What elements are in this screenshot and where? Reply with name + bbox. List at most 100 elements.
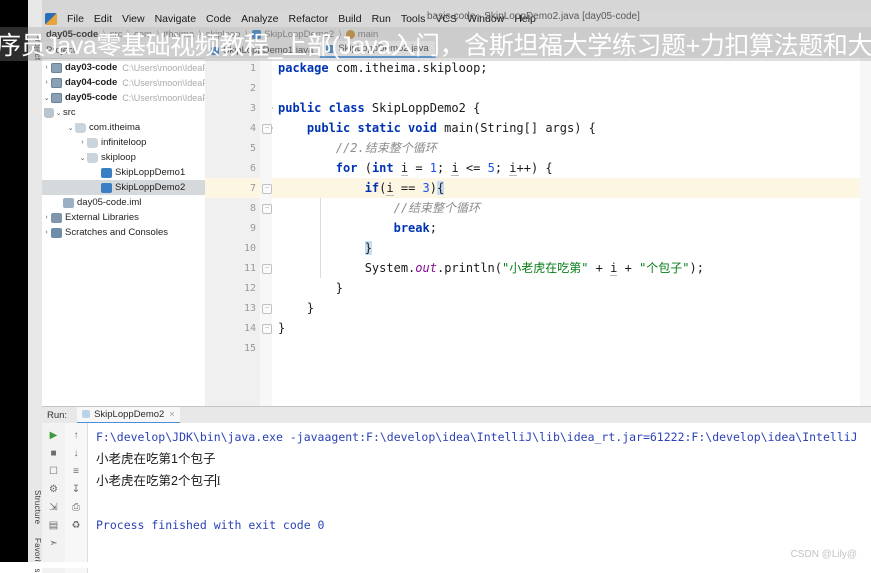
tree-node-day05-code[interactable]: ⌄ day05-code C:\Users\moon\IdeaProje [42,90,205,105]
tree-node-label: src [63,107,76,118]
console-output-line: 小老虎在吃第1个包子 [96,452,216,466]
breadcrumb-item-src[interactable]: src [110,29,123,40]
chevron-right-icon[interactable]: › [42,214,51,221]
tree-node-skiploop[interactable]: ⌄ skiploop [42,150,205,165]
chevron-right-icon[interactable]: › [42,64,51,71]
run-panel-title: Run: [47,409,68,421]
rail-tab-project[interactable]: Project [28,34,42,61]
editor-tab-skiploppdemo1[interactable]: SkipLoppDemo1.java [205,43,321,58]
mouse-ibeam-cursor: I [216,474,221,488]
tree-node-day04-code[interactable]: › day04-code C:\Users\moon\IdeaProje [42,75,205,90]
breadcrumb: day05-code ⟩ src ⟩ com ⟩ itheima ⟩ skipl… [42,27,871,43]
line-number-with-run-marker[interactable]: 3 [205,98,273,118]
menu-item-build[interactable]: Build [333,13,366,25]
breadcrumb-label: SkipLoppDemo2 [263,29,335,40]
soft-wrap-icon[interactable]: ≡ [68,463,84,480]
tree-node-skiploppdemo1[interactable]: SkipLoppDemo1 [42,165,205,180]
menu-item-view[interactable]: View [117,13,150,25]
tree-node-skiploppdemo2[interactable]: SkipLoppDemo2 [42,180,205,195]
breadcrumb-item-skiploop[interactable]: skiploop [206,29,241,40]
fold-marker[interactable]: − [262,324,272,334]
menu-item-tools[interactable]: Tools [396,13,431,25]
editor-gutter[interactable]: 1 2 3 4 5 6 7 8 9 10 11 12 13 14 15 [205,58,273,406]
editor-tab-skiploppdemo2[interactable]: SkipLoppDemo2.java [320,41,436,58]
stop-icon[interactable]: ■ [46,445,62,462]
chevron-right-icon[interactable]: › [42,229,51,236]
line-number-with-run-marker[interactable]: 4 [205,118,273,138]
tree-node-day05-code-iml[interactable]: day05-code.iml [42,195,205,210]
code-line-6: for (int i = 1; i <= 5; i++) { [335,161,553,176]
tree-node-label: Scratches and Consoles [65,227,168,238]
run-icon[interactable]: ▶ [46,427,62,444]
camera-icon[interactable]: ☐ [46,463,62,480]
fold-marker[interactable]: − [262,304,272,314]
chevron-right-icon[interactable]: › [78,139,87,146]
chevron-down-icon[interactable]: ⌄ [54,109,63,117]
chevron-down-icon[interactable]: ⌄ [66,124,75,132]
scroll-to-end-icon[interactable]: ↧ [68,481,84,498]
fold-marker[interactable]: − [262,204,272,214]
module-icon [51,92,62,103]
pin-icon[interactable]: ➣ [46,535,62,552]
trash-icon[interactable]: ♻ [68,517,84,534]
scroll-down-icon[interactable]: ↓ [68,445,84,462]
breadcrumb-item-main[interactable]: main [345,29,378,40]
fold-marker[interactable]: − [262,124,272,134]
menu-item-edit[interactable]: Edit [89,13,117,25]
project-tree: › day03-code C:\Users\moon\IdeaProje › d… [42,59,205,240]
menu-item-refactor[interactable]: Refactor [284,13,334,25]
export-icon[interactable]: ⇲ [46,499,62,516]
breadcrumb-item-skiploppdemo2[interactable]: SkipLoppDemo2 [251,29,335,40]
tree-node-label: infiniteloop [101,137,147,148]
tree-node-infiniteloop[interactable]: › infiniteloop [42,135,205,150]
tree-node-src[interactable]: ⌄ src [42,105,205,120]
class-icon [251,30,261,39]
scroll-up-icon[interactable]: ↑ [68,427,84,444]
code-line-5: //2.结束整个循环 [335,141,437,155]
console-exit-message: Process finished with exit code 0 [96,518,325,532]
tree-node-com-itheima[interactable]: ⌄ com.itheima [42,120,205,135]
chevron-right-icon[interactable]: › [42,79,51,86]
bottom-white-strip [0,562,871,568]
code-folding-strip[interactable]: − − − − − − [260,58,272,406]
menu-item-run[interactable]: Run [367,13,396,25]
indent-guide [320,198,321,278]
project-panel-header: Project [42,42,205,59]
breadcrumb-item-itheima[interactable]: itheima [163,29,194,40]
line-number: 8 [249,202,256,214]
method-icon [345,30,355,39]
breadcrumb-separator: ⟩ [155,29,160,39]
tree-node-path: C:\Users\moon\IdeaProje [122,77,205,88]
menu-item-analyze[interactable]: Analyze [236,13,283,25]
breadcrumb-label: skiploop [205,29,241,40]
bug-icon[interactable]: ⚙ [46,481,62,498]
package-icon [75,122,86,133]
code-editor[interactable]: 1 2 3 4 5 6 7 8 9 10 11 12 13 14 15 − − … [205,58,871,406]
code-line-12: } [278,281,344,295]
layout-icon[interactable]: ▤ [46,517,62,534]
print-icon[interactable]: ⎙ [68,499,84,516]
fold-marker[interactable]: − [262,264,272,274]
menu-item-file[interactable]: File [62,13,89,25]
chevron-down-icon[interactable]: ⌄ [42,94,51,102]
tree-node-external-libraries[interactable]: › External Libraries [42,210,205,225]
run-tab-skiploppdemo2[interactable]: SkipLoppDemo2 × [77,406,180,424]
breadcrumb-separator: ⟩ [126,29,130,39]
code-content[interactable]: package com.itheima.skiploop; public cla… [272,58,871,406]
tree-node-label: day04-code [65,77,118,88]
tree-node-scratches-and-consoles[interactable]: › Scratches and Consoles [42,225,205,240]
fold-marker[interactable]: − [262,184,272,194]
intellij-logo-icon [45,12,57,25]
menu-item-code[interactable]: Code [201,13,236,25]
console-output[interactable]: F:\develop\JDK\bin\java.exe -javaagent:F… [88,423,871,572]
close-icon[interactable]: × [169,409,174,419]
editor-vertical-scrollbar[interactable] [860,58,871,406]
breadcrumb-item-day05-code[interactable]: day05-code [46,29,98,40]
rail-tab-structure[interactable]: Structure [28,490,42,524]
chevron-down-icon[interactable]: ⌄ [78,154,87,162]
tree-node-day03-code[interactable]: › day03-code C:\Users\moon\IdeaProje [42,60,205,75]
code-line-8: //结束整个循环 [393,201,481,215]
breadcrumb-item-com[interactable]: com [134,29,152,40]
menu-item-navigate[interactable]: Navigate [150,13,201,25]
